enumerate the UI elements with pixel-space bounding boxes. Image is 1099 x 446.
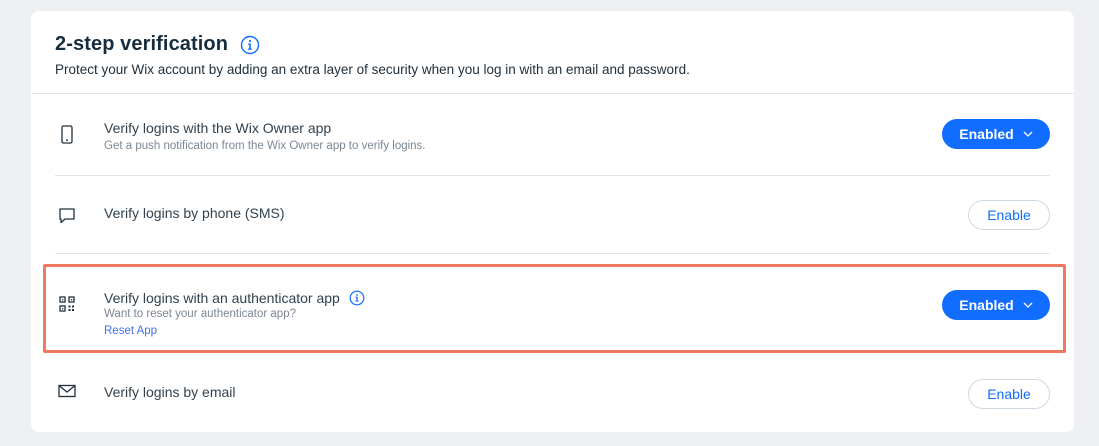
row-divider [55,253,1050,254]
method-description: Get a push notification from the Wix Own… [104,140,426,152]
chevron-down-icon [1023,302,1033,308]
page-subtitle: Protect your Wix account by adding an ex… [55,62,690,77]
button-label: Enabled [959,297,1014,313]
header-divider [31,93,1074,94]
button-label: Enabled [959,126,1014,142]
method-title: Verify logins with the Wix Owner app [104,120,332,136]
enable-button[interactable]: Enable [968,200,1050,230]
info-icon[interactable] [240,35,260,55]
page-title: 2-step verification [55,33,229,55]
enable-button[interactable]: Enable [968,379,1050,409]
mobile-phone-icon [55,123,79,147]
method-description: Want to reset your authenticator app? [104,308,296,320]
card-header: 2-step verification Protect your Wix acc… [55,33,1050,77]
method-title: Verify logins by phone (SMS) [104,205,285,221]
info-icon[interactable] [349,290,365,306]
two-step-verification-card: 2-step verification Protect your Wix acc… [31,11,1074,432]
row-divider [55,175,1050,176]
method-row-authenticator: Verify logins with an authenticator app … [55,269,1050,349]
chat-bubble-icon [55,204,79,228]
method-row-sms: Verify logins by phone (SMS) Enable [55,191,1050,251]
enabled-dropdown-button[interactable]: Enabled [942,290,1050,320]
chevron-down-icon [1023,131,1033,137]
reset-app-link[interactable]: Reset App [104,325,365,337]
enabled-dropdown-button[interactable]: Enabled [942,119,1050,149]
method-title: Verify logins with an authenticator app [104,290,340,306]
method-row-email: Verify logins by email Enable [55,371,1050,431]
method-row-owner-app: Verify logins with the Wix Owner app Get… [55,111,1050,171]
qr-code-icon [55,292,79,316]
envelope-icon [55,379,79,403]
method-title: Verify logins by email [104,384,236,400]
